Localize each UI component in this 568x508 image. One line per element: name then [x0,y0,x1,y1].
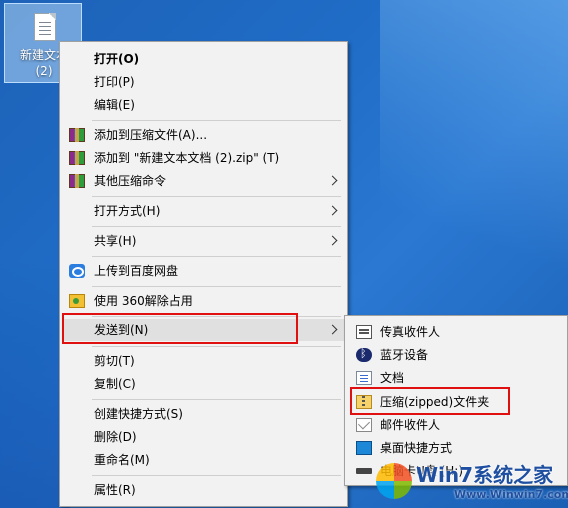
send-to-bluetooth-label: 蓝牙设备 [380,348,429,362]
menu-item-add-to-archive[interactable]: 添加到压缩文件(A)... [62,124,345,146]
wallpaper-light [380,0,568,320]
menu-item-delete-label: 删除(D) [94,430,137,444]
menu-item-cut[interactable]: 剪切(T) [62,350,345,372]
menu-separator [92,226,341,227]
winrar-icon [69,128,85,142]
menu-item-unlock-360[interactable]: 使用 360解除占用 [62,290,345,312]
usb-drive-icon [356,468,372,474]
send-to-zip-folder-label: 压缩(zipped)文件夹 [380,395,490,409]
menu-item-rename-label: 重命名(M) [94,453,150,467]
send-to-zip-folder[interactable]: 压缩(zipped)文件夹 [347,391,565,413]
site-watermark: Win7系统之家 Www.Winwin7.com [374,455,568,508]
menu-item-cut-label: 剪切(T) [94,354,135,368]
menu-item-share[interactable]: 共享(H) [62,230,345,252]
menu-separator [92,475,341,476]
document-icon [356,371,372,385]
menu-item-create-shortcut[interactable]: 创建快捷方式(S) [62,403,345,425]
menu-item-open-with-label: 打开方式(H) [94,204,161,218]
send-to-bluetooth[interactable]: 蓝牙设备 [347,344,565,366]
chevron-right-icon [327,324,338,335]
menu-item-copy[interactable]: 复制(C) [62,373,345,395]
menu-item-upload-baidu-label: 上传到百度网盘 [94,264,179,278]
menu-item-copy-label: 复制(C) [94,377,136,391]
menu-separator [92,346,341,347]
menu-separator [92,256,341,257]
winrar-icon [69,174,85,188]
menu-item-edit-label: 编辑(E) [94,98,135,112]
windows-logo-icon [376,463,412,499]
chevron-right-icon [327,205,338,216]
mail-icon [356,418,372,432]
fax-icon [356,325,372,339]
text-file-icon [34,13,56,41]
watermark-url: Www.Winwin7.com [454,488,568,501]
send-to-documents[interactable]: 文档 [347,367,565,389]
desktop-icon [356,441,372,455]
menu-separator [92,399,341,400]
menu-item-other-compress[interactable]: 其他压缩命令 [62,170,345,192]
menu-item-add-to-zip[interactable]: 添加到 "新建文本文档 (2).zip" (T) [62,147,345,169]
menu-item-print-label: 打印(P) [94,75,135,89]
menu-item-other-compress-label: 其他压缩命令 [94,174,167,188]
menu-item-add-to-archive-label: 添加到压缩文件(A)... [94,128,208,142]
context-menu: 打开(O) 打印(P) 编辑(E) 添加到压缩文件(A)... 添加到 "新建文… [59,41,348,507]
menu-item-add-to-zip-label: 添加到 "新建文本文档 (2).zip" (T) [94,151,280,165]
winrar-icon [69,151,85,165]
menu-item-share-label: 共享(H) [94,234,137,248]
360-unlock-icon [69,294,85,308]
menu-item-send-to-label: 发送到(N) [94,323,149,337]
menu-item-print[interactable]: 打印(P) [62,71,345,93]
menu-item-rename[interactable]: 重命名(M) [62,449,345,471]
send-to-documents-label: 文档 [380,371,405,385]
menu-separator [92,120,341,121]
menu-separator [92,286,341,287]
zip-folder-icon [356,395,372,409]
send-to-fax-label: 传真收件人 [380,325,441,339]
send-to-fax[interactable]: 传真收件人 [347,321,565,343]
menu-item-properties-label: 属性(R) [94,483,136,497]
menu-item-open-with[interactable]: 打开方式(H) [62,200,345,222]
menu-item-upload-baidu[interactable]: 上传到百度网盘 [62,260,345,282]
menu-item-properties[interactable]: 属性(R) [62,479,345,501]
send-to-mail[interactable]: 邮件收件人 [347,414,565,436]
menu-separator [92,196,341,197]
menu-item-edit[interactable]: 编辑(E) [62,94,345,116]
menu-item-open-label: 打开(O) [94,52,140,66]
menu-item-unlock-360-label: 使用 360解除占用 [94,294,193,308]
chevron-right-icon [327,235,338,246]
menu-item-delete[interactable]: 删除(D) [62,426,345,448]
menu-item-send-to[interactable]: 发送到(N) [62,319,345,341]
menu-separator [92,316,341,317]
menu-item-create-shortcut-label: 创建快捷方式(S) [94,407,183,421]
menu-item-open[interactable]: 打开(O) [62,48,345,70]
watermark-brand: Win7系统之家 [416,463,554,487]
send-to-mail-label: 邮件收件人 [380,418,441,432]
baidu-cloud-icon [69,264,85,278]
chevron-right-icon [327,175,338,186]
bluetooth-icon [356,347,372,362]
